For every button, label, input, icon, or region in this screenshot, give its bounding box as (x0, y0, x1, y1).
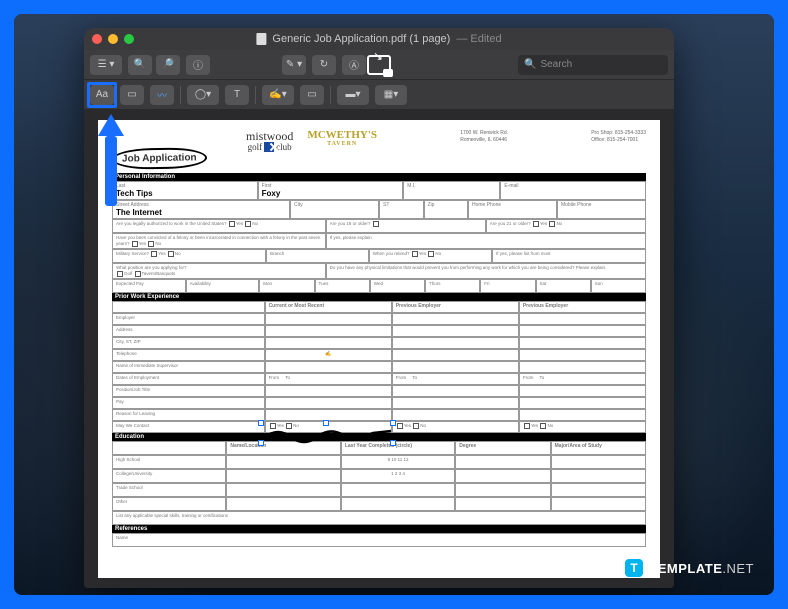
zoom-in-button[interactable]: 🔎 (156, 55, 180, 75)
contact-block-2: Pro Shop: 815-254-3333 Office: 815-254-7… (591, 130, 646, 144)
signature-annotation[interactable] (263, 425, 393, 445)
zoom-out-button[interactable]: 🔍 (128, 55, 152, 75)
selection-handle[interactable] (258, 440, 264, 446)
callout-arrow (98, 114, 124, 214)
border-color-button[interactable]: ▬▾ (337, 85, 369, 105)
markup-icon: Ⓐ (349, 57, 359, 72)
field-email: E-mail (500, 181, 646, 200)
edited-indicator: — Edited (456, 33, 501, 45)
titlebar[interactable]: Generic Job Application.pdf (1 page) — E… (84, 28, 674, 50)
field-first: FirstFoxy (258, 181, 404, 200)
selection-handle[interactable] (390, 440, 396, 446)
sidebar-toggle-button[interactable]: ☰ ▾ (90, 55, 122, 75)
field-mobile: Mobile Phone (557, 200, 646, 219)
pencil-icon: ✎ ▾ (286, 59, 302, 70)
field-pay: Expected Pay (112, 279, 186, 293)
border-icon: ▬▾ (345, 89, 360, 100)
field-auth: Are you legally authorized to work in th… (112, 219, 326, 233)
search-input[interactable]: 🔍 Search (518, 55, 668, 75)
selection-handle[interactable] (323, 420, 329, 426)
sketch-icon: 〰 (157, 87, 167, 102)
highlight-button[interactable]: ✎ ▾ (282, 55, 306, 75)
field-position: What position are you applying for?Golf … (112, 263, 326, 279)
document-viewport[interactable]: Job Application mistwood golf club MCWET… (84, 110, 674, 588)
close-window-button[interactable] (92, 34, 102, 44)
field-last: LastTech Tips (112, 181, 258, 200)
field-street: Street AddressThe Internet (112, 200, 290, 219)
selection-handle[interactable] (390, 420, 396, 426)
selection-tool-button[interactable]: ▭ (120, 85, 144, 105)
field-age18: Are you 18 or older? (326, 219, 486, 233)
field-felony: Have you been convicted of a felony or b… (112, 233, 326, 249)
section-work-exp: Prior Work Experience (112, 293, 646, 301)
brand2-text: MCWETHY'S (307, 130, 377, 141)
document-icon (256, 33, 266, 45)
markup-toolbar: Aa ▭ 〰 ◯▾ T ✍▾ ▭ ▬▾ ▦▾ (84, 80, 674, 110)
note-icon: ▭ (307, 89, 316, 100)
field-skills: List any applicable special skills, trai… (112, 511, 646, 525)
rotate-button[interactable]: ↻ (312, 55, 336, 75)
note-button[interactable]: ▭ (300, 85, 324, 105)
field-physical: Do you have any physical limitations tha… (326, 263, 646, 279)
form-title: Job Application (112, 147, 207, 170)
section-references: References (112, 525, 646, 533)
field-age21: Are you 21 or older? Yes No (486, 219, 646, 233)
field-explain2: If yes, please list from most (492, 249, 646, 263)
field-state: ST (379, 200, 424, 219)
watermark-text: TEMPLATE.NET (649, 561, 754, 576)
watermark: T TEMPLATE.NET (625, 559, 754, 577)
sidebar-icon: ☰ ▾ (98, 59, 115, 70)
field-felony-explain: If yes, please explain (326, 233, 646, 249)
field-zip: Zip (424, 200, 469, 219)
field-military: Military Service? Yes No (112, 249, 266, 263)
shapes-icon: ◯▾ (195, 89, 211, 100)
field-avail: Availability (186, 279, 260, 293)
field-retired: When you retired? Yes No (369, 249, 492, 263)
window-title: Generic Job Application.pdf (1 page) (272, 33, 450, 45)
section-personal: Personal Information (112, 173, 646, 181)
fill-icon: ▦▾ (384, 89, 398, 100)
zoom-in-icon: 🔎 (162, 59, 174, 70)
preview-window: Generic Job Application.pdf (1 page) — E… (84, 28, 674, 588)
selection-handle[interactable] (258, 420, 264, 426)
fill-color-button[interactable]: ▦▾ (375, 85, 407, 105)
text-tool-icon: Aa (96, 89, 108, 100)
pdf-page: Job Application mistwood golf club MCWET… (98, 120, 660, 578)
share-screen-icon: ↘ (361, 51, 397, 79)
text-style-icon: T (234, 89, 240, 100)
field-branch: Branch (266, 249, 369, 263)
minimize-window-button[interactable] (108, 34, 118, 44)
rotate-icon: ↻ (320, 59, 328, 70)
text-style-button[interactable]: T (225, 85, 249, 105)
toolbar-separator (255, 86, 256, 104)
view-mode-button[interactable]: ⓘ (186, 55, 210, 75)
mistwood-logo: mistwood golf club (246, 130, 293, 152)
toolbar-separator (330, 86, 331, 104)
fullscreen-window-button[interactable] (124, 34, 134, 44)
select-icon: ▭ (127, 89, 136, 100)
shapes-button[interactable]: ◯▾ (187, 85, 219, 105)
field-city: City (290, 200, 379, 219)
sketch-tool-button[interactable]: 〰 (150, 85, 174, 105)
brand1-text: mistwood (246, 130, 293, 142)
sign-button[interactable]: ✍▾ (262, 85, 294, 105)
field-homephone: Home Phone (468, 200, 557, 219)
text-tool-button[interactable]: Aa (90, 85, 114, 105)
main-toolbar: ☰ ▾ 🔍 🔎 ⓘ ✎ ▾ ↻ Ⓐ ↘ 🔍 Search (84, 50, 674, 80)
contact-block: 1700 W. Renwick Rd. Romeoville, IL 60446 (460, 130, 508, 144)
sign-icon: ✍▾ (269, 89, 286, 100)
mcwethys-logo: MCWETHY'S TAVERN (307, 130, 377, 147)
search-placeholder: Search (540, 59, 572, 70)
info-icon: ⓘ (193, 57, 203, 72)
watermark-icon: T (625, 559, 643, 577)
toolbar-separator (180, 86, 181, 104)
zoom-out-icon: 🔍 (134, 59, 146, 70)
scotland-flag-icon (264, 142, 274, 152)
search-icon: 🔍 (524, 59, 536, 70)
field-mi: M.I. (403, 181, 500, 200)
